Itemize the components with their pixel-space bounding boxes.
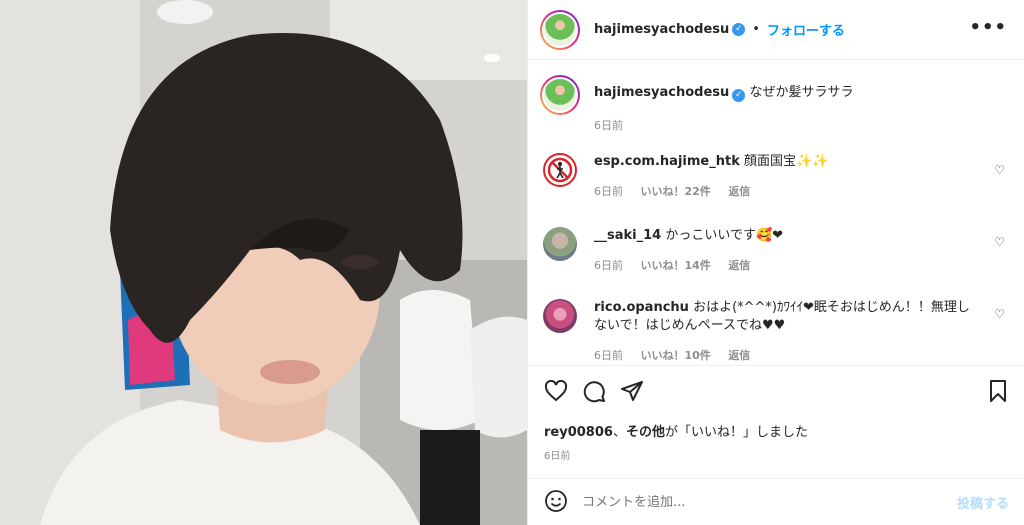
comment-item: __saki_14 かっこいいです🥰❤ 6日前 いいね！14件 返信 ♡ (540, 227, 1010, 273)
emoji-icon[interactable] (544, 489, 568, 517)
comment-username[interactable]: esp.com.hajime_htk (594, 154, 740, 169)
post-header: hajimesyachodesu ✓ • フォローする ••• (528, 0, 1024, 60)
comment-text: かっこいいです🥰❤ (665, 228, 784, 243)
liked-by-user[interactable]: rey00806 (544, 425, 613, 440)
comment-icon[interactable] (582, 379, 606, 403)
comment-like-heart-icon[interactable]: ♡ (994, 307, 1005, 321)
comment-avatar[interactable] (543, 153, 577, 187)
comment-like-heart-icon[interactable]: ♡ (994, 235, 1005, 249)
heart-icon[interactable] (544, 379, 568, 403)
post-caption: hajimesyachodesu ✓ なぜか髪サラサラ 6日前 (540, 75, 1010, 133)
comment-avatar[interactable] (543, 227, 577, 261)
liked-by-text: rey00806、その他が「いいね！」しました (544, 421, 808, 440)
reply-button[interactable]: 返信 (728, 259, 750, 272)
comment-like-heart-icon[interactable]: ♡ (994, 163, 1005, 177)
comment-time[interactable]: 6日前 (594, 349, 623, 362)
more-options-icon[interactable]: ••• (969, 17, 1007, 38)
caption-text: なぜか髪サラサラ (749, 85, 854, 100)
verified-badge-icon: ✓ (732, 89, 746, 102)
comment-time[interactable]: 6日前 (594, 185, 623, 198)
liked-by-others[interactable]: その他 (626, 425, 665, 440)
header-separator: • (752, 22, 760, 37)
follow-button[interactable]: フォローする (767, 20, 845, 39)
comment-input[interactable] (582, 495, 957, 510)
caption-avatar[interactable] (540, 75, 580, 115)
selfie-illustration (0, 0, 527, 525)
author-avatar[interactable] (540, 9, 580, 50)
comment-username[interactable]: __saki_14 (594, 228, 661, 243)
reply-button[interactable]: 返信 (728, 185, 750, 198)
comment-text: 顔面国宝✨✨ (743, 154, 829, 169)
post-side-panel: hajimesyachodesu ✓ • フォローする ••• hajimesy… (527, 0, 1024, 525)
caption-username[interactable]: hajimesyachodesu (594, 85, 729, 100)
bookmark-icon[interactable] (986, 379, 1010, 403)
liked-by-sep: 、 (612, 425, 626, 440)
comment-item: esp.com.hajime_htk 顔面国宝✨✨ 6日前 いいね！22件 返信… (540, 153, 1010, 199)
caption-time[interactable]: 6日前 (594, 119, 623, 132)
comment-likes[interactable]: いいね！14件 (641, 259, 711, 272)
post-comment-button[interactable]: 投稿する (957, 493, 1009, 512)
comment-item: rico.opanchu おはよ(*^^*)ｶﾜｲｲ❤眠そおはじめん！！無理しな… (540, 299, 1010, 363)
reply-button[interactable]: 返信 (728, 349, 750, 362)
share-icon[interactable] (620, 379, 644, 403)
comment-likes[interactable]: いいね！22件 (641, 185, 711, 198)
comment-username[interactable]: rico.opanchu (594, 300, 689, 315)
add-comment-bar: 投稿する (528, 478, 1024, 525)
liked-by-suffix: が「いいね！」しました (664, 425, 808, 440)
author-username[interactable]: hajimesyachodesu (594, 22, 729, 37)
comment-likes[interactable]: いいね！10件 (641, 349, 711, 362)
post-date[interactable]: 6日前 (544, 447, 570, 462)
verified-badge-icon: ✓ (732, 23, 746, 36)
comment-time[interactable]: 6日前 (594, 259, 623, 272)
comment-avatar[interactable] (543, 299, 577, 333)
post-photo[interactable] (0, 0, 527, 525)
post-actions: rey00806、その他が「いいね！」しました 6日前 投稿する (528, 365, 1024, 525)
